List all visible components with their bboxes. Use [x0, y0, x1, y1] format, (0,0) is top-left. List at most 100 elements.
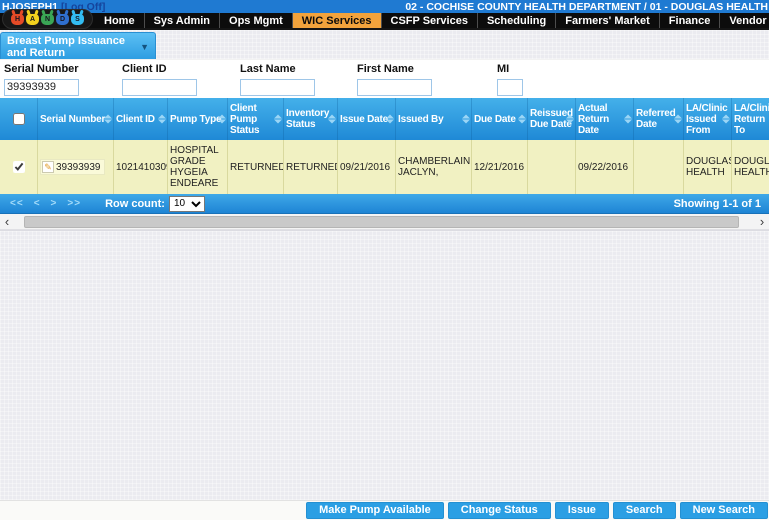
- logo-hand-icon: D: [56, 14, 69, 25]
- app-window: HJOSEPH1[Log Off] 02 - COCHISE COUNTY HE…: [0, 0, 769, 520]
- cell-client-id: 1021410309: [114, 140, 168, 194]
- column-header-client-id: Client ID: [114, 98, 168, 140]
- first-name-input[interactable]: [357, 79, 432, 96]
- horizontal-scrollbar: ‹ ›: [0, 214, 769, 230]
- next-page-button[interactable]: >: [51, 198, 58, 209]
- sort-icon[interactable]: [104, 115, 112, 124]
- scroll-left-icon[interactable]: ‹: [0, 215, 14, 229]
- menu-item-sys-admin[interactable]: Sys Admin: [145, 13, 220, 28]
- column-label: Issued By: [398, 114, 443, 125]
- menu-item-scheduling[interactable]: Scheduling: [478, 13, 556, 28]
- sort-icon[interactable]: [624, 115, 632, 124]
- sort-icon[interactable]: [722, 115, 730, 124]
- grid-body: ✎39393939 1021410309HOSPITAL GRADE HYGEIA…: [0, 140, 769, 194]
- chevron-down-icon[interactable]: ▼: [140, 41, 149, 53]
- scrollbar-track[interactable]: [14, 215, 755, 229]
- column-label: LA/Clinic Return To: [734, 103, 769, 136]
- column-header-la-clinic-return-to: LA/Clinic Return To: [732, 98, 769, 140]
- tab-label: Breast Pump Issuance and Return: [7, 35, 125, 59]
- main-menu: HomeSys AdminOps MgmtWIC ServicesCSFP Se…: [0, 13, 769, 30]
- logo-hand-icon: H: [11, 14, 24, 25]
- new-search-button[interactable]: New Search: [680, 502, 768, 519]
- search-field-last-name: Last Name: [240, 63, 315, 96]
- cell-client-pump-status: RETURNED: [228, 140, 284, 194]
- issue-button[interactable]: Issue: [555, 502, 609, 519]
- scroll-right-icon[interactable]: ›: [755, 215, 769, 229]
- menu-item-finance[interactable]: Finance: [660, 13, 721, 28]
- column-header-due-date: Due Date: [472, 98, 528, 140]
- menu-item-wic-services[interactable]: WIC Services: [293, 13, 382, 28]
- results-grid-viewport: Serial Number Client ID Pump TypeClient Pu…: [0, 98, 769, 194]
- scrollbar-thumb[interactable]: [24, 216, 739, 228]
- tab-strip: Breast Pump Issuance and Return ▼: [0, 30, 769, 59]
- sort-icon[interactable]: [674, 115, 682, 124]
- search-field-first-name: First Name: [357, 63, 432, 96]
- column-header-serial-number: Serial Number: [38, 98, 114, 140]
- logo-hand-icon: A: [26, 14, 39, 25]
- showing-count: Showing 1-1 of 1: [205, 198, 761, 210]
- serial-number-input[interactable]: [4, 79, 79, 96]
- cell-la-clinic-issued-from: DOUGLAS HEALTH: [684, 140, 732, 194]
- sort-icon[interactable]: [462, 115, 470, 124]
- row-checkbox-cell: [0, 140, 38, 194]
- column-header-pump-type: Pump Type: [168, 98, 228, 140]
- location-title: 02 - COCHISE COUNTY HEALTH DEPARTMENT / …: [405, 1, 768, 13]
- column-header-issued-by: Issued By: [396, 98, 472, 140]
- search-label-last-name: Last Name: [240, 63, 315, 75]
- cell-actual-return-date: 09/22/2016: [576, 140, 634, 194]
- prev-page-button[interactable]: <: [34, 198, 41, 209]
- sort-icon[interactable]: [386, 115, 394, 124]
- last-page-button[interactable]: >>: [67, 198, 81, 209]
- hands-logo: HANDS: [2, 9, 93, 29]
- cell-pump-type: HOSPITAL GRADE HYGEIA ENDEARE: [168, 140, 228, 194]
- menu-item-home[interactable]: Home: [95, 13, 145, 28]
- column-header-client-pump-status: Client Pump Status: [228, 98, 284, 140]
- search-button[interactable]: Search: [613, 502, 676, 519]
- change-status-button[interactable]: Change Status: [448, 502, 551, 519]
- serial-number-link[interactable]: ✎39393939: [40, 159, 105, 175]
- search-field-serial-number: Serial Number: [4, 63, 79, 96]
- sort-icon[interactable]: [218, 115, 226, 124]
- sort-icon[interactable]: [158, 115, 166, 124]
- column-label: Issue Date: [340, 114, 388, 125]
- column-label: Serial Number: [40, 114, 105, 125]
- cell-inventory-status: RETURNED: [284, 140, 338, 194]
- search-label-mi: MI: [497, 63, 523, 75]
- column-header-inventory-status: Inventory Status: [284, 98, 338, 140]
- column-header-reissued-due-date: Reissued Due Date: [528, 98, 576, 140]
- top-status-bar: HJOSEPH1[Log Off] 02 - COCHISE COUNTY HE…: [0, 0, 769, 13]
- first-page-button[interactable]: <<: [10, 198, 24, 209]
- search-panel: Serial NumberClient IDLast NameFirst Nam…: [0, 59, 769, 98]
- menu-item-farmers-market[interactable]: Farmers' Market: [556, 13, 660, 28]
- search-field-mi: MI: [497, 63, 523, 96]
- menu-item-vendor[interactable]: Vendor: [720, 13, 769, 28]
- row-count-label: Row count:: [105, 198, 165, 210]
- client-id-input[interactable]: [122, 79, 197, 96]
- search-label-serial-number: Serial Number: [4, 63, 79, 75]
- sort-icon[interactable]: [274, 115, 282, 124]
- last-name-input[interactable]: [240, 79, 315, 96]
- sort-icon[interactable]: [518, 115, 526, 124]
- mi-input[interactable]: [497, 79, 523, 96]
- tab-breast-pump-issuance-and-return[interactable]: Breast Pump Issuance and Return ▼: [0, 32, 156, 59]
- menu-item-ops-mgmt[interactable]: Ops Mgmt: [220, 13, 293, 28]
- table-row: ✎39393939 1021410309HOSPITAL GRADE HYGEIA…: [0, 140, 769, 194]
- row-checkbox[interactable]: [13, 161, 25, 173]
- column-label: Due Date: [474, 114, 516, 125]
- sort-icon[interactable]: [566, 115, 574, 124]
- cell-reissued-due-date: [528, 140, 576, 194]
- grid-header-row: Serial Number Client ID Pump TypeClient Pu…: [0, 98, 769, 140]
- serial-number-value: 39393939: [56, 162, 101, 173]
- edit-icon: ✎: [42, 161, 54, 173]
- select-all-checkbox[interactable]: [13, 113, 25, 125]
- pagination-bar: << < > >> Row count: 10 Showing 1-1 of 1: [0, 194, 769, 214]
- sort-icon[interactable]: [328, 115, 336, 124]
- cell-referred-date: [634, 140, 684, 194]
- column-label: Client ID: [116, 114, 155, 125]
- cell-serial-number: ✎39393939: [38, 140, 114, 194]
- logo-hand-icon: N: [41, 14, 54, 25]
- menu-item-csfp-services[interactable]: CSFP Services: [382, 13, 478, 28]
- make-pump-available-button[interactable]: Make Pump Available: [306, 502, 444, 519]
- page-content: Breast Pump Issuance and Return ▼ Serial…: [0, 30, 769, 520]
- row-count-select[interactable]: 10: [169, 196, 205, 212]
